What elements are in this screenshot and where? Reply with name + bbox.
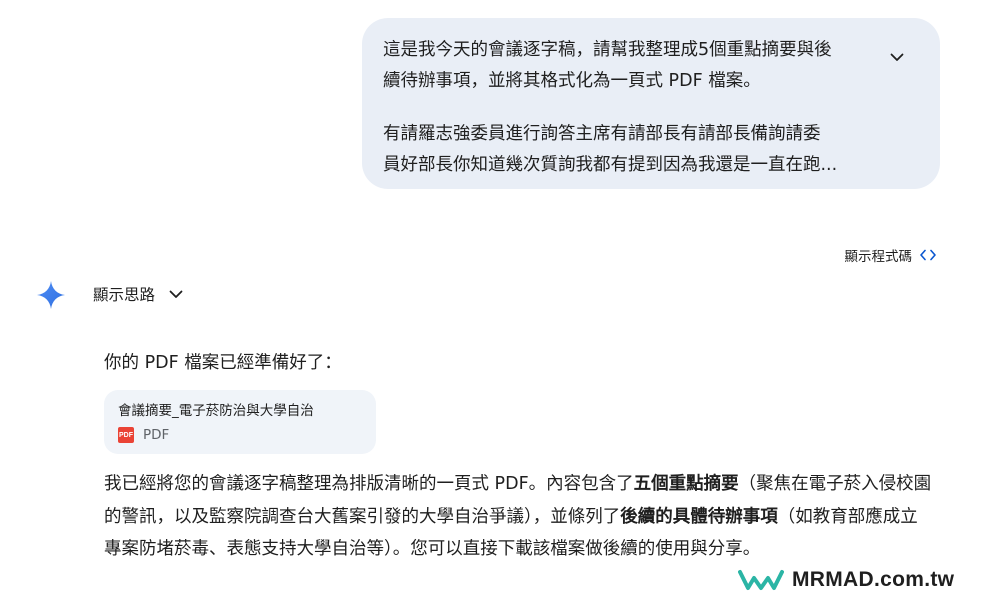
user-prompt-line: 有請羅志強委員進行詢答主席有請部長有請部長備詢請委 [383,124,821,144]
chevron-down-icon [890,53,904,61]
file-meta: PDF PDF [118,427,362,443]
response-summary: 我已經將您的會議逐字稿整理為排版清晰的一頁式 PDF。內容包含了五個重點摘要（聚… [104,468,934,566]
summary-text: 我已經將您的會議逐字稿整理為排版清晰的一頁式 PDF。內容包含了 [104,474,634,494]
mrmad-logo-icon [738,570,784,590]
summary-bold-todo: 後續的具體待辦事項 [620,506,778,527]
show-code-button[interactable]: 顯示程式碼 [845,245,937,265]
expand-prompt-button[interactable] [882,42,912,72]
user-prompt-line: 員好部長你知道幾次質詢我都有提到因為我還是一直在跑... [383,155,838,175]
show-thinking-label: 顯示思路 [93,286,156,304]
file-type: PDF [143,427,170,443]
show-thinking-toggle[interactable]: 顯示思路 [93,283,183,305]
summary-bold-key-points: 五個重點摘要 [633,474,739,494]
file-name: 會議摘要_電子菸防治與大學自治 [118,403,314,419]
user-prompt-line: 這是我今天的會議逐字稿，請幫我整理成5個重點摘要與後 [383,40,832,60]
user-prompt-line: 續待辦事項，並將其格式化為一頁式 PDF 檔案。 [383,71,761,91]
gemini-sparkle-icon [37,281,65,309]
pdf-file-icon: PDF [118,427,134,443]
user-prompt-bubble: 這是我今天的會議逐字稿，請幫我整理成5個重點摘要與後 續待辦事項，並將其格式化為… [362,18,940,189]
watermark-text: MRMAD.com.tw [792,568,955,591]
watermark: MRMAD.com.tw [738,568,954,592]
code-icon [920,249,936,261]
chevron-down-icon [169,290,183,298]
pdf-file-card[interactable]: 會議摘要_電子菸防治與大學自治 PDF PDF [104,390,376,454]
response-ready-text: 你的 PDF 檔案已經準備好了： [104,353,342,373]
show-code-label: 顯示程式碼 [844,249,913,265]
